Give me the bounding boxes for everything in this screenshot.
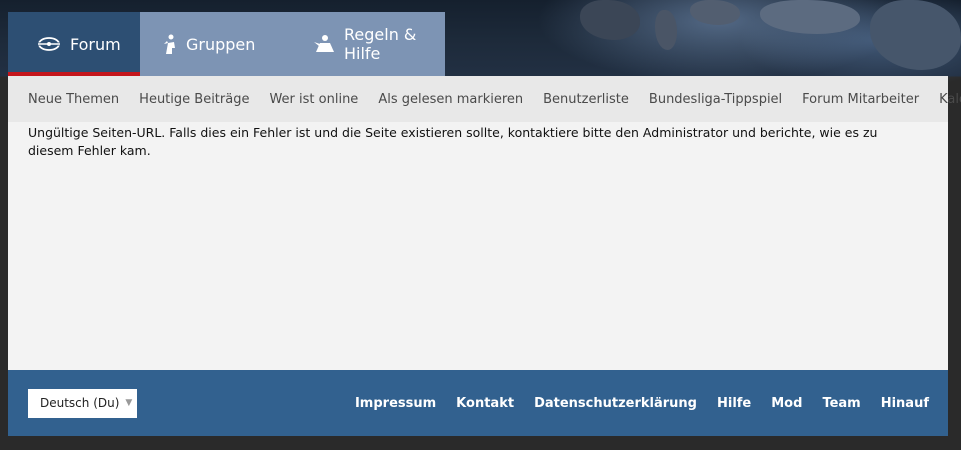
subnav-als-gelesen-markieren[interactable]: Als gelesen markieren — [378, 92, 523, 107]
footer-link-datenschutz[interactable]: Datenschutzerklärung — [534, 396, 697, 411]
subnav-benutzerliste[interactable]: Benutzerliste — [543, 92, 629, 107]
footer-link-hinauf[interactable]: Hinauf — [881, 396, 929, 411]
background-rock — [655, 10, 677, 50]
rules-figure-icon — [314, 34, 336, 54]
footer: Deutsch (Du) ▼ Impressum Kontakt Datensc… — [8, 370, 948, 436]
language-value: Deutsch (Du) — [40, 396, 120, 410]
subnav-kalender[interactable]: Kalender — [939, 92, 961, 107]
subnav-bundesliga-tippspiel[interactable]: Bundesliga-Tippspiel — [649, 92, 782, 107]
footer-link-hilfe[interactable]: Hilfe — [717, 396, 751, 411]
tab-regeln-hilfe[interactable]: Regeln & Hilfe — [284, 12, 445, 76]
tab-label: Regeln & Hilfe — [344, 25, 417, 63]
tab-forum[interactable]: Forum — [8, 12, 140, 76]
caret-down-icon: ▼ — [125, 398, 133, 408]
tab-label: Gruppen — [186, 34, 256, 54]
footer-link-mod[interactable]: Mod — [771, 396, 802, 411]
footer-links: Impressum Kontakt Datenschutzerklärung H… — [355, 396, 929, 411]
footer-link-kontakt[interactable]: Kontakt — [456, 396, 514, 411]
footer-link-impressum[interactable]: Impressum — [355, 396, 436, 411]
groups-figure-icon — [162, 34, 178, 54]
footer-link-team[interactable]: Team — [822, 396, 860, 411]
subnav-heutige-beitraege[interactable]: Heutige Beiträge — [139, 92, 249, 107]
language-select[interactable]: Deutsch (Du) ▼ — [28, 388, 137, 418]
main-tabs: Forum Gruppen Regeln & Hilfe — [8, 12, 445, 76]
subnav-wer-ist-online[interactable]: Wer ist online — [269, 92, 358, 107]
subnav-forum-mitarbeiter[interactable]: Forum Mitarbeiter — [802, 92, 919, 107]
error-message: Ungültige Seiten-URL. Falls dies ein Feh… — [28, 125, 878, 158]
forum-swirl-icon — [36, 34, 62, 54]
tab-label: Forum — [70, 34, 121, 54]
content-panel: Neue Themen Heutige Beiträge Wer ist onl… — [8, 76, 961, 370]
tab-gruppen[interactable]: Gruppen — [140, 12, 284, 76]
sub-navigation: Neue Themen Heutige Beiträge Wer ist onl… — [8, 76, 961, 122]
subnav-neue-themen[interactable]: Neue Themen — [28, 92, 119, 107]
